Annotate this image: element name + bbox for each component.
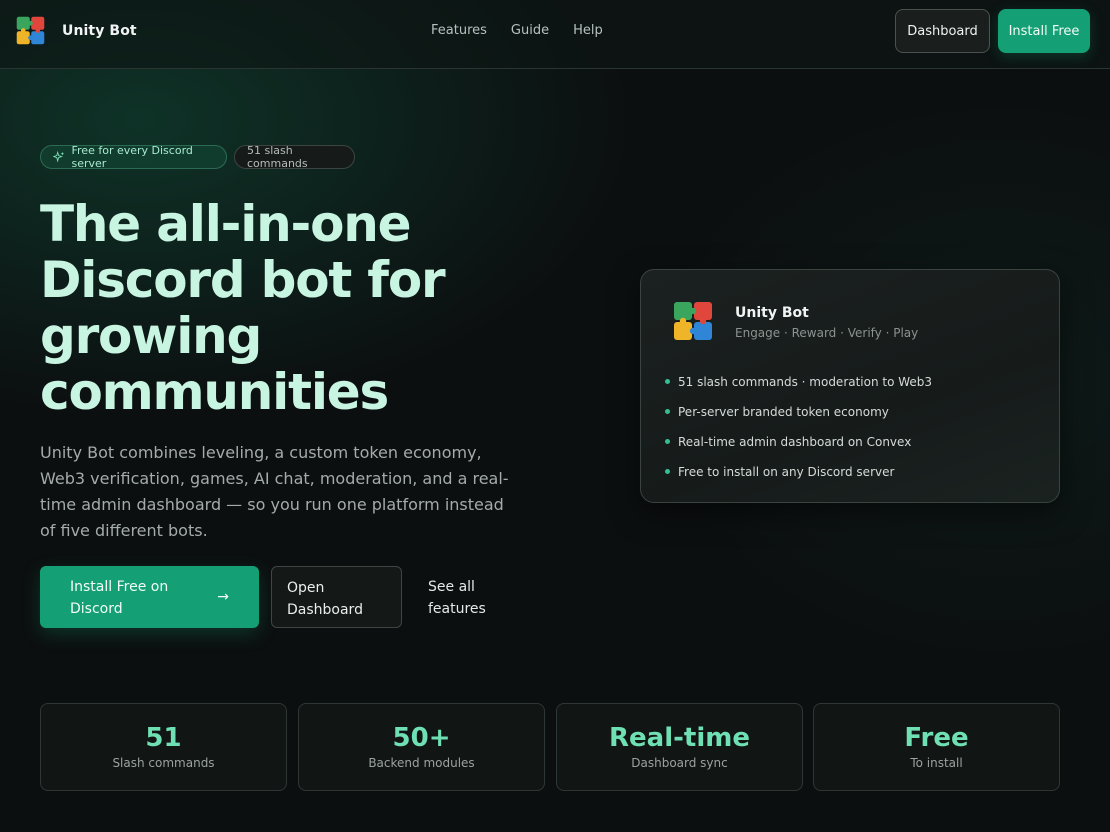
- bullet-dot-icon: [665, 469, 670, 474]
- bullet-dot-icon: [665, 409, 670, 414]
- free-badge-label: Free for every Discord server: [71, 144, 193, 170]
- feature-text: Free to install on any Discord server: [678, 465, 895, 479]
- stat-card-sync: Real-time Dashboard sync: [556, 703, 803, 791]
- puzzle-icon: [674, 302, 712, 340]
- stat-value: Free: [904, 723, 969, 753]
- hero-title: The all-in-one Discord bot for growing c…: [40, 196, 560, 420]
- stat-value: 51: [145, 723, 182, 753]
- install-on-discord-button[interactable]: Install Free on Discord →: [40, 566, 259, 628]
- bullet-dot-icon: [665, 439, 670, 444]
- hero-title-line: Discord bot for: [40, 251, 446, 309]
- install-free-button[interactable]: Install Free: [998, 9, 1090, 53]
- stat-label: Backend modules: [368, 756, 475, 770]
- feature-item: Per-server branded token economy: [663, 404, 932, 434]
- hero-description: Unity Bot combines leveling, a custom to…: [40, 443, 509, 540]
- nav-link-guide[interactable]: Guide: [511, 23, 549, 38]
- sparkles-icon: [53, 150, 65, 163]
- feature-item: Free to install on any Discord server: [663, 464, 932, 494]
- feature-text: Per-server branded token economy: [678, 405, 889, 419]
- top-navbar: Unity Bot Features Guide Help Dashboard …: [0, 0, 1110, 69]
- stat-label: To install: [910, 756, 963, 770]
- brand-name: Unity Bot: [62, 22, 137, 39]
- install-on-discord-label: Install Free on Discord: [70, 579, 169, 617]
- puzzle-icon: [16, 16, 45, 45]
- dashboard-button[interactable]: Dashboard: [895, 9, 990, 53]
- stat-value: Real-time: [609, 723, 750, 753]
- hero-title-line: growing: [40, 307, 262, 365]
- nav-link-features[interactable]: Features: [431, 23, 487, 38]
- commands-badge: 51 slash commands: [234, 144, 355, 170]
- bot-preview-card: Unity Bot Engage · Reward · Verify · Pla…: [640, 269, 1060, 503]
- brand[interactable]: Unity Bot: [16, 16, 137, 45]
- nav-links: Features Guide Help: [431, 23, 627, 38]
- hero-title-line: communities: [40, 363, 389, 421]
- feature-text: Real-time admin dashboard on Convex: [678, 435, 912, 449]
- open-dashboard-button[interactable]: Open Dashboard: [271, 566, 402, 628]
- hero-title-line: The all-in-one: [40, 195, 412, 253]
- feature-list: 51 slash commands · moderation to Web3 P…: [663, 374, 932, 494]
- stat-card-commands: 51 Slash commands: [40, 703, 287, 791]
- feature-text: 51 slash commands · moderation to Web3: [678, 375, 933, 389]
- free-badge: Free for every Discord server: [40, 144, 227, 170]
- card-title: Unity Bot: [735, 305, 809, 321]
- nav-link-help[interactable]: Help: [573, 23, 603, 38]
- commands-badge-label: 51 slash commands: [247, 144, 308, 170]
- stat-card-free: Free To install: [813, 703, 1060, 791]
- stat-label: Dashboard sync: [631, 756, 728, 770]
- stat-card-modules: 50+ Backend modules: [298, 703, 545, 791]
- feature-item: 51 slash commands · moderation to Web3: [663, 374, 932, 404]
- bullet-dot-icon: [665, 379, 670, 384]
- arrow-right-icon: →: [217, 589, 229, 605]
- stat-label: Slash commands: [112, 756, 215, 770]
- card-subtitle: Engage · Reward · Verify · Play: [735, 326, 919, 340]
- stat-value: 50+: [392, 723, 451, 753]
- feature-item: Real-time admin dashboard on Convex: [663, 434, 932, 464]
- see-all-features-link[interactable]: See all features: [428, 576, 508, 620]
